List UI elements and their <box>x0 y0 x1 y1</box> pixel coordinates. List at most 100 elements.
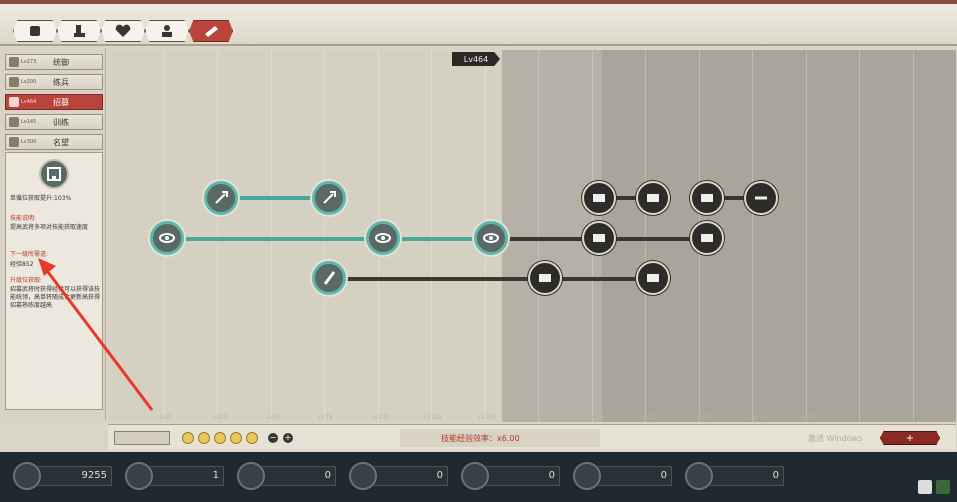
sidebar-item-level: Lv464 <box>21 99 37 105</box>
axis-label: Lv100 <box>371 414 390 421</box>
grid-line <box>217 50 218 422</box>
sidebar-item-level: Lv273 <box>21 59 37 65</box>
resource-value: 1 <box>212 470 219 481</box>
level-axis: Lv0 Lv25 Lv50 Lv75 Lv100 Lv125 Lv150 Lv1… <box>108 412 956 424</box>
grid-line <box>752 50 753 422</box>
soldier-icon <box>9 77 19 87</box>
current-level-marker: Lv464 <box>452 52 500 66</box>
sidebar-item-command[interactable]: Lv273 统御 <box>5 54 103 70</box>
axis-label: Lv300 <box>802 414 821 421</box>
minus-button[interactable]: − <box>268 433 278 443</box>
axis-label: Lv175 <box>532 414 551 421</box>
sidebar-item-level: Lv145 <box>21 119 37 125</box>
recruit-icon <box>9 97 19 107</box>
next-level-value: 经验852 <box>10 261 34 268</box>
scatter-icon <box>349 462 377 490</box>
coin-slot-icon[interactable] <box>198 432 210 444</box>
sidebar-item-training[interactable]: Lv200 练兵 <box>5 74 103 90</box>
tree-connector-locked <box>328 277 652 281</box>
sidebar-item-label: 训练 <box>53 117 69 127</box>
skill-node-locked[interactable] <box>528 261 562 295</box>
shield-box-icon <box>701 234 713 242</box>
recruit-flag-icon <box>47 167 61 181</box>
scroll-icon <box>205 26 218 37</box>
coin-slot-icon[interactable] <box>214 432 226 444</box>
tab-vitality[interactable] <box>101 20 145 42</box>
resource-slot[interactable]: 9255 <box>13 462 112 490</box>
skill-node[interactable] <box>474 221 508 255</box>
blade-box-icon <box>755 196 767 200</box>
hint-text: 招募武将时获得经验可以获得该技能统领，高单将随成合更新高获得招募熟练度越高 <box>10 286 101 309</box>
resource-bar: 9255 1 0 0 0 0 0 <box>0 452 957 502</box>
skill-node[interactable] <box>366 221 400 255</box>
skill-tree-area <box>108 50 956 422</box>
grid-line <box>645 50 646 422</box>
axis-label: Lv125 <box>424 414 443 421</box>
shield-box-icon <box>593 194 605 202</box>
skill-node[interactable] <box>204 181 238 215</box>
resource-slot[interactable]: 0 <box>349 462 448 490</box>
axis-label: Lv225 <box>640 414 659 421</box>
fist-icon <box>30 26 40 36</box>
resource-value: 0 <box>548 470 555 481</box>
axis-label: Lv25 <box>213 414 228 421</box>
resource-slot[interactable]: 0 <box>573 462 672 490</box>
skill-node-locked[interactable] <box>690 221 724 255</box>
tab-movement[interactable] <box>57 20 101 42</box>
exp-rate-text: 技能经验效率：x6.00 <box>441 434 520 443</box>
sword-up-icon <box>323 191 336 204</box>
tab-character[interactable] <box>145 20 189 42</box>
sidebar-item-drill[interactable]: Lv145 训练 <box>5 114 103 130</box>
axis-label: Lv150 <box>478 414 497 421</box>
grid-line <box>271 50 272 422</box>
skill-node-locked[interactable] <box>582 181 616 215</box>
skill-node[interactable] <box>312 181 346 215</box>
eye-icon <box>159 233 175 243</box>
resource-slot[interactable]: 0 <box>685 462 784 490</box>
hint-title: 升级位获取: <box>10 277 43 284</box>
skill-node-locked[interactable] <box>636 261 670 295</box>
tab-recruit[interactable] <box>189 20 233 42</box>
sword-up-icon <box>215 191 228 204</box>
plus-button[interactable]: + <box>283 433 293 443</box>
shield-box-icon <box>539 274 551 282</box>
sidebar-item-recruit[interactable]: Lv464 招募 <box>5 94 103 110</box>
resource-slot[interactable]: 1 <box>125 462 224 490</box>
online-icon[interactable] <box>936 480 950 494</box>
skill-node-locked[interactable] <box>636 181 670 215</box>
skill-node-locked[interactable] <box>690 181 724 215</box>
skill-badge <box>39 159 69 189</box>
grid-line <box>806 50 807 422</box>
resource-value: 0 <box>436 470 443 481</box>
resource-value: 0 <box>772 470 779 481</box>
swirl-icon <box>461 462 489 490</box>
coin-slot-icon[interactable] <box>246 432 258 444</box>
eye-icon <box>483 233 499 243</box>
grid-line <box>913 50 914 422</box>
flag-icon <box>125 462 153 490</box>
skill-node-locked[interactable] <box>744 181 778 215</box>
person-icon <box>162 25 172 37</box>
resource-slot[interactable]: 0 <box>461 462 560 490</box>
coin-slot-icon[interactable] <box>182 432 194 444</box>
axis-label: Lv200 <box>586 414 605 421</box>
next-level-title: 下一级所需道: <box>10 251 49 258</box>
skill-node[interactable] <box>150 221 184 255</box>
description-text: 提高武将多项对技能获取速度 <box>10 224 89 231</box>
resource-slot[interactable]: 0 <box>237 462 336 490</box>
alert-icon[interactable] <box>918 480 932 494</box>
skill-node-locked[interactable] <box>582 221 616 255</box>
shield-box-icon <box>701 194 713 202</box>
skill-node[interactable] <box>312 261 346 295</box>
coin-slot-icon[interactable] <box>230 432 242 444</box>
tab-strength[interactable] <box>13 20 57 42</box>
axis-label: Lv275 <box>748 414 767 421</box>
current-effect-text: 单循位获取提升:103% <box>10 195 72 202</box>
sidebar-item-label: 练兵 <box>53 77 69 87</box>
shield-box-icon <box>647 194 659 202</box>
sidebar-item-fame[interactable]: Lv300 名望 <box>5 134 103 150</box>
axis-label: Lv75 <box>318 414 333 421</box>
add-button[interactable]: + <box>880 431 940 445</box>
shield-box-icon <box>593 234 605 242</box>
drill-icon <box>9 117 19 127</box>
